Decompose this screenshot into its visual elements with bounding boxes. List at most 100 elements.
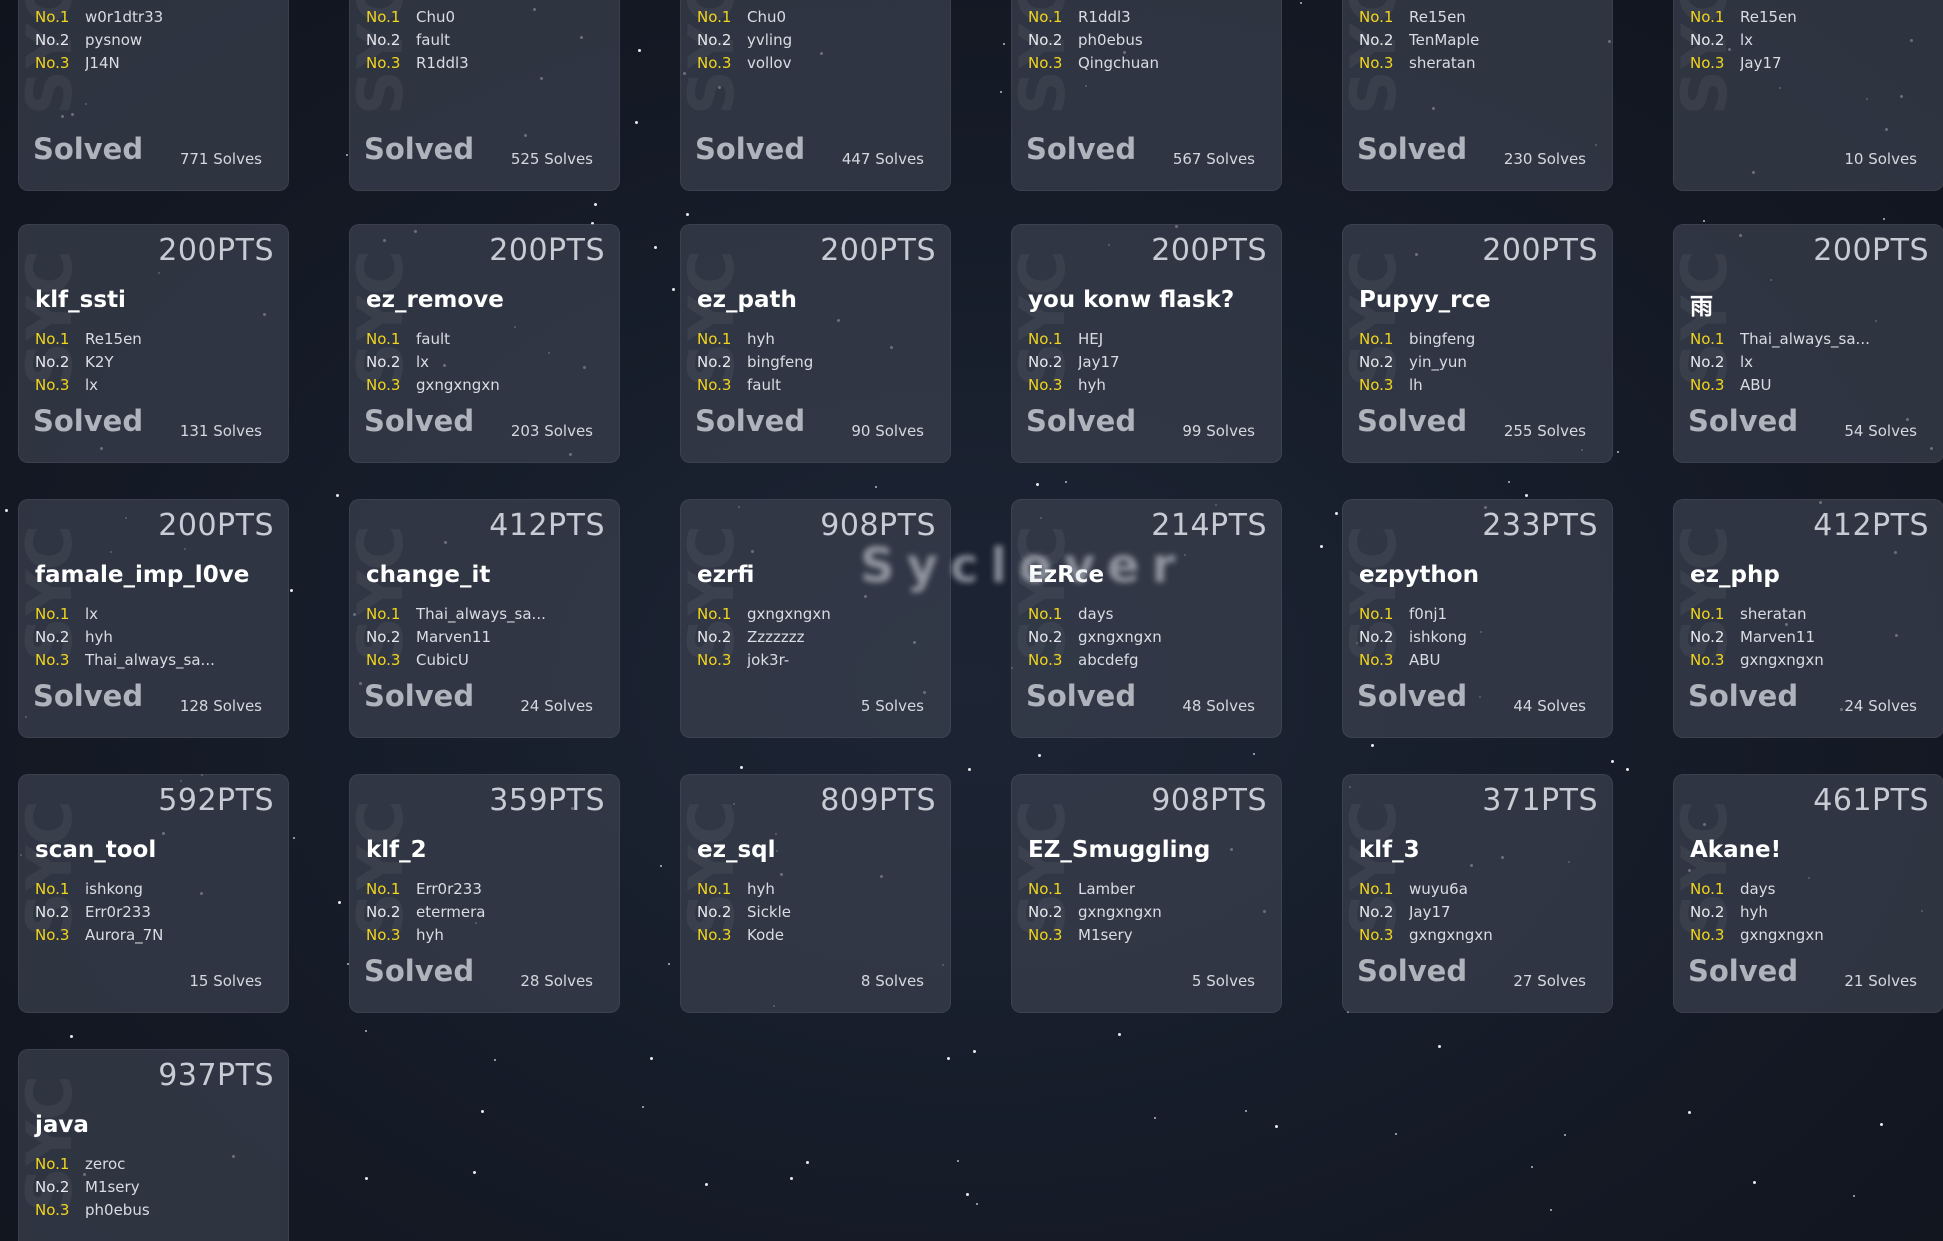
solve-count: 131 Solves [179,422,262,440]
challenge-card[interactable]: SYC 937PTS java No.1 zeroc No.2 M1sery No.3 ph0e… [18,1049,289,1241]
challenge-card[interactable]: SYC 359PTS klf_2 No.1 Err0r233 No.2 etermera No… [349,774,620,1013]
solved-status: Solved [33,132,144,166]
challenge-title: ez_php [1690,562,1780,588]
solver-name: gxngxngxn [1078,903,1162,921]
challenge-card[interactable]: SYC 908PTS ezrfi No.1 gxngxngxn No.2 Zzzzzzz No… [680,499,951,738]
solver-rank-row: No.2 Jay17 [1359,901,1493,924]
challenge-card[interactable]: SYC 592PTS scan_tool No.1 ishkong No.2 Err0r23… [18,774,289,1013]
rank-label: No.3 [366,54,401,72]
rank-label: No.1 [697,8,732,26]
solver-rank-row: No.3 R1ddl3 [366,52,469,75]
solver-name: hyh [85,628,113,646]
solver-name: vollov [747,54,792,72]
challenge-card[interactable]: SYC 200PTS ez_remove No.1 fault No.2 lx No.3 gxn… [349,224,620,463]
challenge-points: 908PTS [820,508,936,543]
solved-status: Solved [695,404,806,438]
solver-rank-row: No.3 ABU [1690,374,1870,397]
rank-label: No.1 [35,8,70,26]
solver-rank-row: No.2 hyh [35,626,215,649]
challenge-card[interactable]: SYC 371PTS klf_3 No.1 wuyu6a No.2 Jay17 No.3 gxn… [1342,774,1613,1013]
solver-rank-row: No.3 J14N [35,52,163,75]
challenge-card[interactable]: SYC 200PTS klf_ssti No.1 Re15en No.2 K2Y No.3 lx… [18,224,289,463]
solver-name: zeroc [85,1155,126,1173]
solve-count: 5 Solves [860,697,924,715]
solver-rank-row: No.1 Lamber [1028,878,1162,901]
solved-status: Solved [1026,679,1137,713]
solver-rank-row: No.1 fault [366,328,500,351]
challenge-card[interactable]: SYC 200PTS 雨 No.1 Thai_always_sa... No.2 lx No.… [1673,224,1943,463]
top-solvers-list: No.1 fault No.2 lx No.3 gxngxngxn [366,328,500,397]
top-solvers-list: No.1 Lamber No.2 gxngxngxn No.3 M1sery [1028,878,1162,947]
rank-label: No.3 [1028,54,1063,72]
challenge-points: 809PTS [820,783,936,818]
solver-name: Jay17 [1409,903,1451,921]
top-solvers-list: No.1 zeroc No.2 M1sery No.3 ph0ebus [35,1153,150,1222]
rank-label: No.2 [1690,31,1725,49]
solver-name: ABU [1740,376,1772,394]
solver-rank-row: No.1 gxngxngxn [697,603,831,626]
solver-rank-row: No.3 vollov [697,52,792,75]
challenge-title: ezpython [1359,562,1479,588]
solver-name: gxngxngxn [1078,628,1162,646]
rank-label: No.2 [697,31,732,49]
challenge-card[interactable]: SYC 200PTS famale_imp_l0ve No.1 lx No.2 hyh No.… [18,499,289,738]
solve-count: 525 Solves [510,150,593,168]
challenge-card[interactable]: SYC 200PTS you konw flask? No.1 HEJ No.2 Jay17… [1011,224,1282,463]
solver-name: ph0ebus [1078,31,1143,49]
challenge-card[interactable]: SYC 461PTS Akane! No.1 days No.2 hyh No.3 gxngxn… [1673,774,1943,1013]
challenge-card[interactable]: SYC 233PTS ezpython No.1 f0nj1 No.2 ishkong No.… [1342,499,1613,738]
solver-name: wuyu6a [1409,880,1468,898]
challenge-points: 412PTS [489,508,605,543]
solver-name: lx [85,605,99,623]
solver-name: f0nj1 [1409,605,1448,623]
challenge-points: 200PTS [158,233,274,268]
solve-count: 771 Solves [179,150,262,168]
challenge-card[interactable]: SYC 214PTS EzRce No.1 days No.2 gxngxngxn No.3 a… [1011,499,1282,738]
solved-status: Solved [1026,132,1137,166]
challenge-card[interactable]: SYC 412PTS change_it No.1 Thai_always_sa... N… [349,499,620,738]
challenge-card[interactable]: SYCeasy_phpNo.1R1ddl3No.2ph0ebusNo.3Qing… [1011,0,1282,191]
challenge-points: 412PTS [1813,508,1929,543]
challenge-card[interactable]: SYC 809PTS ez_sql No.1 hyh No.2 Sickle No.3 Kode… [680,774,951,1013]
solver-name: Qingchuan [1078,54,1159,72]
challenge-card[interactable]: SYCflag保卫战No.1Re15enNo.2lxNo.3Jay1710 So… [1673,0,1943,191]
challenge-card[interactable]: SYCn00b_UploadNo.1Chu0No.2yvlingNo.3voll… [680,0,951,191]
top-solvers-list: No.1 hyh No.2 bingfeng No.3 fault [697,328,813,397]
solver-rank-row: No.3 gxngxngxn [1690,649,1824,672]
solver-name: fault [416,31,451,49]
challenge-points: 214PTS [1151,508,1267,543]
rank-label: No.2 [35,31,70,49]
solver-name: Err0r233 [85,903,151,921]
challenge-points: 908PTS [1151,783,1267,818]
solver-name: lx [1740,353,1754,371]
solve-count: 10 Solves [1844,150,1917,168]
solver-name: abcdefg [1078,651,1139,669]
challenge-card[interactable]: SYCEzHttpNo.1w0r1dtr33No.2pysnowNo.3J14N… [18,0,289,191]
rank-label: No.3 [1690,54,1725,72]
solved-status: Solved [33,404,144,438]
challenge-card[interactable]: SYC 200PTS Pupyy_rce No.1 bingfeng No.2 yin_yu… [1342,224,1613,463]
solver-name: days [1740,880,1776,898]
solver-rank-row: No.2 lx [366,351,500,374]
challenge-card[interactable]: SYC 908PTS EZ_Smuggling No.1 Lamber No.2 gxngx… [1011,774,1282,1013]
challenge-card[interactable]: SYCctf_curlNo.1Re15enNo.2TenMapleNo.3she… [1342,0,1613,191]
solver-rank-row: No.1 Thai_always_sa... [1690,328,1870,351]
rank-label: No.1 [1690,330,1725,348]
challenge-card[interactable]: SYC 412PTS ez_php No.1 sheratan No.2 Marven11 N… [1673,499,1943,738]
rank-label: No.3 [697,651,732,669]
solver-rank-row: No.2 etermera [366,901,485,924]
solver-rank-row: No.3 hyh [366,924,485,947]
solved-status: Solved [364,954,475,988]
challenge-card[interactable]: SYC 200PTS ez_path No.1 hyh No.2 bingfeng No.3 f… [680,224,951,463]
top-solvers-list: No.1 hyh No.2 Sickle No.3 Kode [697,878,791,947]
rank-label: No.1 [1690,8,1725,26]
solved-status: Solved [1357,404,1468,438]
solver-rank-row: No.3 ABU [1359,649,1467,672]
challenge-card[interactable]: SYCunsignNo.1Chu0No.2faultNo.3R1ddl3Solv… [349,0,620,191]
solver-rank-row: No.1 R1ddl3 [1028,6,1159,29]
solver-name: hyh [1740,903,1768,921]
challenge-points: 200PTS [820,233,936,268]
solved-status: Solved [1688,679,1799,713]
solver-rank-row: No.2 bingfeng [697,351,813,374]
solver-rank-row: No.2 Err0r233 [35,901,163,924]
